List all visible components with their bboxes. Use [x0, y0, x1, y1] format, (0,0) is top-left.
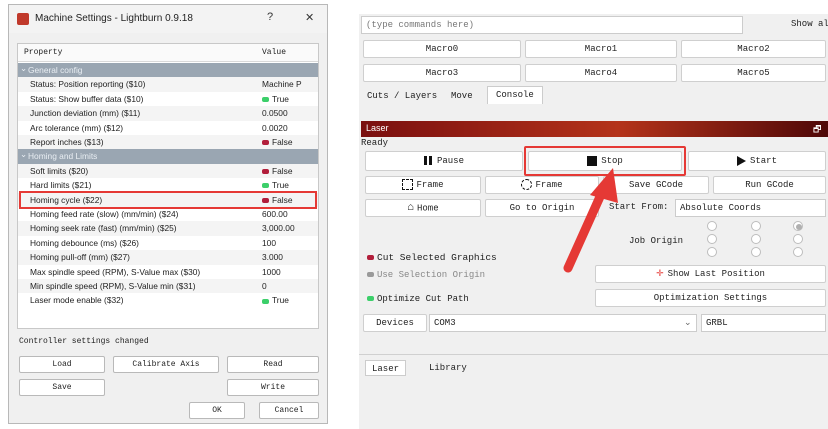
annotation-arrow: [563, 168, 618, 273]
